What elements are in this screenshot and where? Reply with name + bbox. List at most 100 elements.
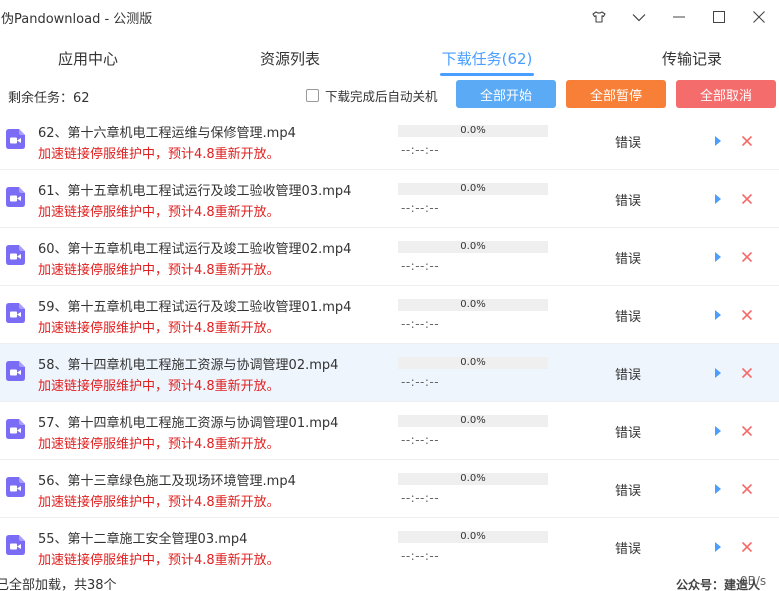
- task-status: 错误: [614, 542, 641, 557]
- video-file-icon: [6, 129, 25, 149]
- auto-shutdown-checkbox[interactable]: 下载完成后自动关机: [306, 86, 438, 105]
- task-row[interactable]: 60、第十五章机电工程试运行及竣工验收管理02.mp4 加速链接停服维护中，预计…: [0, 228, 779, 286]
- task-row[interactable]: 57、第十四章机电工程施工资源与协调管理01.mp4 加速链接停服维护中，预计4…: [0, 402, 779, 460]
- play-icon[interactable]: [712, 540, 724, 554]
- play-icon[interactable]: [712, 482, 724, 496]
- auto-shutdown-label: 下载完成后自动关机: [325, 89, 438, 104]
- status-bar: 已全部加载，共38个 0B/s 公众号：建造人: [0, 574, 779, 591]
- task-row[interactable]: 56、第十三章绿色施工及现场环境管理.mp4 加速链接停服维护中，预计4.8重新…: [0, 460, 779, 518]
- task-error-message: 加速链接停服维护中，预计4.8重新开放。: [38, 147, 280, 162]
- task-error-message: 加速链接停服维护中，预计4.8重新开放。: [38, 495, 280, 510]
- chevron-down-icon: [632, 13, 646, 21]
- pause-all-button[interactable]: 全部暂停: [566, 80, 666, 108]
- task-error-message: 加速链接停服维护中，预计4.8重新开放。: [38, 437, 280, 452]
- play-icon[interactable]: [712, 134, 724, 148]
- task-file-name: 57、第十四章机电工程施工资源与协调管理01.mp4: [38, 416, 339, 431]
- delete-icon[interactable]: [740, 482, 754, 496]
- delete-icon[interactable]: [740, 308, 754, 322]
- task-progress-text: 0.0%: [460, 241, 486, 252]
- task-eta: --:--:--: [401, 433, 440, 447]
- task-progress-bar: 0.0%: [398, 415, 548, 427]
- play-icon[interactable]: [712, 250, 724, 264]
- task-status: 错误: [614, 426, 641, 441]
- maximize-icon: [713, 11, 725, 23]
- minimize-icon: [673, 16, 685, 18]
- task-error-message: 加速链接停服维护中，预计4.8重新开放。: [38, 205, 280, 220]
- task-row[interactable]: 59、第十五章机电工程试运行及竣工验收管理01.mp4 加速链接停服维护中，预计…: [0, 286, 779, 344]
- video-file-icon: [6, 303, 25, 323]
- delete-icon[interactable]: [740, 134, 754, 148]
- delete-icon[interactable]: [740, 540, 754, 554]
- play-icon[interactable]: [712, 308, 724, 322]
- task-progress-text: 0.0%: [460, 531, 486, 542]
- task-eta: --:--:--: [401, 317, 440, 331]
- task-eta: --:--:--: [401, 375, 440, 389]
- task-progress-text: 0.0%: [460, 125, 486, 136]
- task-toolbar: 剩余任务：62 下载完成后自动关机 全部开始 全部暂停 全部取消: [0, 78, 779, 112]
- cancel-all-button[interactable]: 全部取消: [676, 80, 776, 108]
- task-eta: --:--:--: [401, 201, 440, 215]
- tab-resource-list[interactable]: 资源列表: [220, 40, 360, 78]
- task-progress-bar: 0.0%: [398, 473, 548, 485]
- play-icon[interactable]: [712, 424, 724, 438]
- tab-download-tasks[interactable]: 下载任务(62): [440, 40, 534, 78]
- delete-icon[interactable]: [740, 366, 754, 380]
- task-progress-bar: 0.0%: [398, 299, 548, 311]
- remaining-tasks-label: 剩余任务：62: [8, 91, 90, 106]
- close-icon: [753, 11, 765, 23]
- video-file-icon: [6, 535, 25, 555]
- task-progress-bar: 0.0%: [398, 357, 548, 369]
- window-controls: [579, 0, 779, 34]
- skin-button[interactable]: [579, 0, 619, 34]
- menu-button[interactable]: [619, 0, 659, 34]
- active-tab-indicator: [440, 73, 534, 76]
- task-row[interactable]: 61、第十五章机电工程试运行及竣工验收管理03.mp4 加速链接停服维护中，预计…: [0, 170, 779, 228]
- video-file-icon: [6, 419, 25, 439]
- checkbox-box[interactable]: [306, 89, 319, 102]
- task-status: 错误: [614, 136, 641, 151]
- task-file-name: 60、第十五章机电工程试运行及竣工验收管理02.mp4: [38, 242, 352, 257]
- task-status: 错误: [614, 252, 641, 267]
- task-progress-text: 0.0%: [460, 357, 486, 368]
- play-icon[interactable]: [712, 192, 724, 206]
- task-progress-text: 0.0%: [460, 299, 486, 310]
- play-icon[interactable]: [712, 366, 724, 380]
- window-title: 伪Pandownload - 公测版: [1, 11, 153, 27]
- task-row[interactable]: 58、第十四章机电工程施工资源与协调管理02.mp4 加速链接停服维护中，预计4…: [0, 344, 779, 402]
- task-row[interactable]: 62、第十六章机电工程运维与保修管理.mp4 加速链接停服维护中，预计4.8重新…: [0, 112, 779, 170]
- start-all-button[interactable]: 全部开始: [456, 80, 556, 108]
- task-file-name: 62、第十六章机电工程运维与保修管理.mp4: [38, 126, 296, 141]
- delete-icon[interactable]: [740, 192, 754, 206]
- task-eta: --:--:--: [401, 491, 440, 505]
- task-error-message: 加速链接停服维护中，预计4.8重新开放。: [38, 321, 280, 336]
- tab-transfer-records[interactable]: 传输记录: [622, 40, 762, 78]
- video-file-icon: [6, 361, 25, 381]
- minimize-button[interactable]: [659, 0, 699, 34]
- task-progress-bar: 0.0%: [398, 183, 548, 195]
- task-error-message: 加速链接停服维护中，预计4.8重新开放。: [38, 263, 280, 278]
- tab-app-center[interactable]: 应用中心: [18, 40, 158, 78]
- download-task-list: 62、第十六章机电工程运维与保修管理.mp4 加速链接停服维护中，预计4.8重新…: [0, 112, 779, 574]
- task-status: 错误: [614, 194, 641, 209]
- task-progress-bar: 0.0%: [398, 241, 548, 253]
- task-progress-text: 0.0%: [460, 473, 486, 484]
- watermark-text: 公众号：建造人: [676, 578, 761, 591]
- delete-icon[interactable]: [740, 250, 754, 264]
- title-bar: 伪Pandownload - 公测版: [0, 0, 779, 34]
- maximize-button[interactable]: [699, 0, 739, 34]
- close-button[interactable]: [739, 0, 779, 34]
- video-file-icon: [6, 245, 25, 265]
- main-tabs: 应用中心 资源列表 下载任务(62) 传输记录: [0, 40, 779, 78]
- task-status: 错误: [614, 368, 641, 383]
- task-status: 错误: [614, 310, 641, 325]
- task-progress-bar: 0.0%: [398, 531, 548, 543]
- task-eta: --:--:--: [401, 143, 440, 157]
- task-file-name: 55、第十二章施工安全管理03.mp4: [38, 532, 248, 547]
- delete-icon[interactable]: [740, 424, 754, 438]
- task-file-name: 56、第十三章绿色施工及现场环境管理.mp4: [38, 474, 296, 489]
- video-file-icon: [6, 187, 25, 207]
- video-file-icon: [6, 477, 25, 497]
- task-file-name: 58、第十四章机电工程施工资源与协调管理02.mp4: [38, 358, 339, 373]
- task-eta: --:--:--: [401, 549, 440, 563]
- task-row[interactable]: 55、第十二章施工安全管理03.mp4 加速链接停服维护中，预计4.8重新开放。…: [0, 518, 779, 574]
